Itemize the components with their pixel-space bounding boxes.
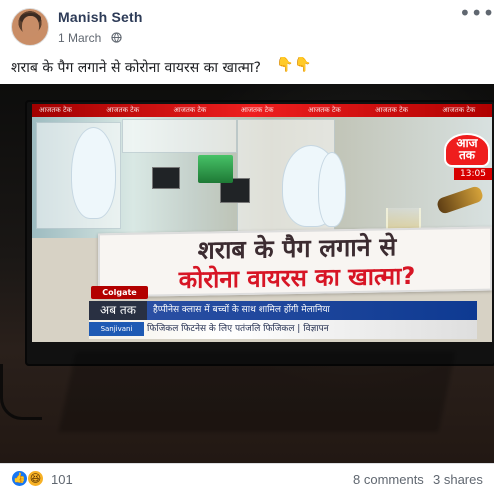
news-ticker: हैप्पीनेस क्लास में बच्चों के साथ शामिल … (147, 301, 477, 320)
hospital-scene: आज तक 13:05 (32, 117, 492, 251)
avatar-face (22, 16, 39, 37)
shares-count[interactable]: 3 shares (433, 472, 483, 487)
tv-cable (0, 364, 42, 420)
top-bar-label: आजतक टेक (240, 106, 274, 114)
broadcast-time: 13:05 (454, 168, 492, 180)
green-equipment (198, 155, 233, 183)
advertiser-tag: Colgate (91, 286, 148, 299)
tv-stand-shadow (58, 352, 456, 432)
top-bar-label: आजतक टेक (106, 106, 140, 114)
liquor-bottle (435, 184, 485, 216)
ticker-label: अब तक (89, 301, 147, 320)
protective-suit-worker (71, 127, 116, 219)
protective-suit-worker (318, 152, 346, 227)
top-bar-label: आजतक टेक (307, 106, 341, 114)
post-header: Manish Seth 1 March ••• (0, 0, 494, 52)
reaction-count[interactable]: 101 (51, 472, 73, 487)
tv-screen: आजतक टेक आजतक टेक आजतक टेक आजतक टेक आजतक… (32, 104, 492, 342)
headline-line-2: कोरोना वायरस का खात्मा? (178, 261, 416, 295)
room-panel (122, 119, 237, 153)
post-photo[interactable]: आजतक टेक आजतक टेक आजतक टेक आजतक टेक आजतक… (0, 84, 494, 463)
post-footer: 👍 😆 101 8 comments 3 shares (0, 463, 494, 493)
channel-top-bar: आजतक टेक आजतक टेक आजतक टेक आजतक टेक आजतक… (32, 104, 492, 117)
post-text: शराब के पैग लगाने से कोरोना वायरस का खात… (11, 60, 261, 76)
post-date[interactable]: 1 March (58, 31, 101, 45)
like-reaction-icon[interactable]: 👍 (11, 470, 28, 487)
pointing-down-emoji: 👇 (294, 57, 312, 73)
channel-logo-line: तक (458, 148, 476, 162)
globe-icon[interactable] (111, 32, 122, 43)
bottom-ticker-brand: Sanjivani (89, 322, 144, 336)
comments-count[interactable]: 8 comments (353, 472, 424, 487)
aaj-tak-logo: आज तक (444, 133, 490, 167)
author-name[interactable]: Manish Seth (58, 9, 143, 25)
top-bar-label: आजतक टेक (375, 106, 409, 114)
haha-reaction-icon[interactable]: 😆 (27, 470, 44, 487)
pointing-down-emoji: 👇 (276, 57, 294, 73)
top-bar-label: आजतक टेक (442, 106, 476, 114)
top-bar-label: आजतक टेक (39, 106, 72, 114)
top-bar-label: आजतक टेक (173, 106, 207, 114)
more-options-icon[interactable]: ••• (459, 3, 494, 25)
bottom-ticker: फिजिकल फिटनेस के लिए पतंजलि फिजिकल | विज… (89, 320, 477, 339)
author-avatar[interactable] (11, 8, 49, 46)
computer-monitor (152, 167, 180, 189)
news-headline-box: शराब के पैग लगाने से कोरोना वायरस का खात… (98, 226, 492, 298)
